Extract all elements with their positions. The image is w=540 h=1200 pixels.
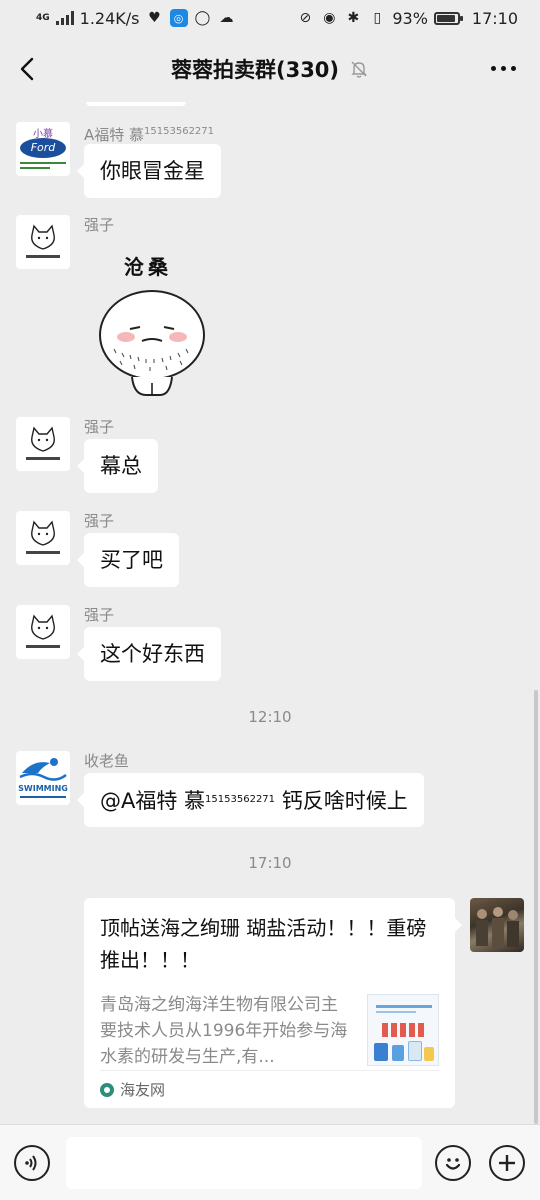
signal-icon (55, 11, 74, 25)
eye-icon: ◉ (323, 10, 336, 26)
circle-icon: ◯ (194, 10, 211, 26)
message-row: SWIMMING 收老鱼 @A福特 慕15153562271 钙反啥时候上 (16, 751, 424, 827)
network-speed: 1.24K/s (79, 8, 140, 28)
message-bubble[interactable]: 你眼冒金星 (77, 144, 221, 198)
message-bubble[interactable]: 买了吧 (77, 533, 179, 587)
message-row: 小慕 Ford A福特 慕15153562271 你眼冒金星 (16, 122, 221, 198)
avatar[interactable] (16, 417, 70, 471)
chat-area[interactable]: 小慕 Ford A福特 慕15153562271 你眼冒金星 强子 沧桑 强子 … (0, 102, 540, 1124)
sender-name: 强子 (84, 418, 115, 436)
mention[interactable]: @A福特 慕15153562271 (100, 789, 275, 813)
link-card-thumbnail (367, 994, 439, 1066)
hairy-face-sticker-icon (99, 290, 205, 396)
timestamp: 12:10 (248, 708, 292, 726)
message-row: 强子 幕总 (16, 417, 158, 493)
avatar[interactable] (16, 215, 70, 269)
bluetooth-icon: ✱ (347, 10, 360, 26)
link-card-description: 青岛海之绚海洋生物有限公司主要技术人员从1996年开始参与海水素的研发与生产,有… (100, 995, 348, 1067)
page-title: 蓉蓉拍卖群(330) (170, 58, 340, 82)
timestamp: 17:10 (248, 854, 292, 872)
avatar[interactable] (16, 511, 70, 565)
ford-logo: Ford (20, 138, 66, 158)
source-logo-icon (100, 1082, 114, 1097)
scrollbar[interactable] (534, 690, 538, 1124)
avatar-label: SWIMMING (18, 784, 68, 793)
avatar[interactable] (16, 605, 70, 659)
sender-name: 强子 (84, 606, 115, 624)
my-avatar[interactable] (470, 898, 524, 952)
more-dots-icon[interactable] (491, 66, 516, 71)
sticker[interactable]: 沧桑 (84, 243, 224, 403)
vibrate-icon: ▯ (373, 10, 382, 26)
message-bubble[interactable]: 这个好东西 (77, 627, 221, 681)
link-card-source: 海友网 (100, 1070, 439, 1108)
message-row: 强子 沧桑 (16, 215, 224, 403)
cloud-icon: ☁ (219, 10, 234, 26)
voice-icon[interactable] (14, 1145, 50, 1181)
source-name: 海友网 (120, 1081, 166, 1099)
heart-icon: ♥ (148, 10, 161, 26)
status-bar: 4G 1.24K/s ♥ ◎ ◯ ☁ ⊘ ◉ ✱ ▯ 93% 17:10 (0, 0, 540, 36)
message-row: 强子 买了吧 (16, 511, 179, 587)
battery-percent: 93% (392, 8, 428, 28)
emoji-icon[interactable] (435, 1145, 471, 1181)
sender-name: 强子 (84, 216, 115, 234)
network-type: 4G (36, 13, 50, 23)
message-row: 强子 这个好东西 (16, 605, 221, 681)
sticker-caption: 沧桑 (124, 255, 172, 279)
shield-icon: ◎ (169, 9, 188, 27)
bell-off-icon (351, 61, 367, 78)
previous-bubble-edge (86, 102, 186, 106)
message-input[interactable] (66, 1137, 422, 1189)
link-card-title: 顶帖送海之绚珊 瑚盐活动！！！重磅推出！！！ (100, 916, 427, 972)
sender-name: 收老鱼 (84, 752, 130, 770)
battery-icon (433, 11, 463, 25)
input-bar (0, 1124, 540, 1200)
nfc-icon: ⊘ (299, 10, 312, 26)
clock: 17:10 (471, 8, 518, 28)
avatar[interactable]: SWIMMING (16, 751, 70, 805)
chat-header: 蓉蓉拍卖群(330) (0, 36, 540, 102)
sender-name: 强子 (84, 512, 115, 530)
avatar[interactable]: 小慕 Ford (16, 122, 70, 176)
chevron-left-icon[interactable] (14, 54, 42, 84)
sender-name: A福特 慕15153562271 (84, 126, 215, 144)
link-card[interactable]: 顶帖送海之绚珊 瑚盐活动！！！重磅推出！！！ 青岛海之绚海洋生物有限公司主要技术… (84, 898, 462, 1108)
message-bubble[interactable]: @A福特 慕15153562271 钙反啥时候上 (77, 773, 424, 827)
plus-icon[interactable] (489, 1145, 525, 1181)
message-bubble[interactable]: 幕总 (77, 439, 158, 493)
